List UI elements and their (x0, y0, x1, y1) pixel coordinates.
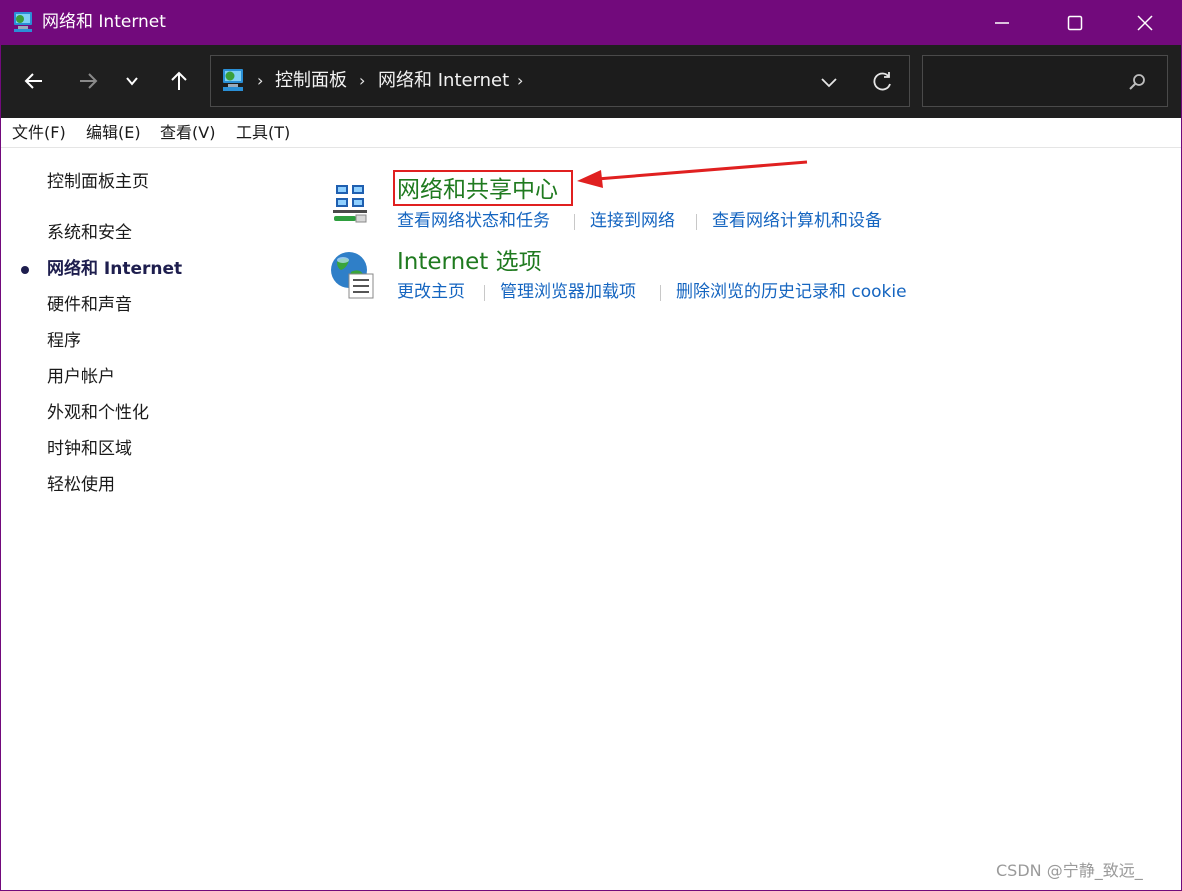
task-view-network-computers[interactable]: 查看网络计算机和设备 (712, 210, 882, 232)
menu-edit[interactable]: 编辑(E) (86, 123, 141, 143)
back-button[interactable] (16, 63, 52, 99)
task-separator (574, 214, 575, 230)
search-icon (1129, 74, 1145, 90)
annotation-arrow (577, 160, 808, 188)
task-view-network-status[interactable]: 查看网络状态和任务 (397, 210, 550, 232)
sidebar-item-user-accounts[interactable]: 用户帐户 (47, 366, 115, 388)
breadcrumb-separator: › (257, 71, 264, 90)
annotation-highlight-box (393, 170, 573, 206)
navigation-bar: › 控制面板 › 网络和 Internet › (0, 45, 1182, 118)
search-box[interactable] (922, 55, 1168, 107)
network-app-icon (14, 12, 32, 32)
breadcrumb-network-internet[interactable]: 网络和 Internet (378, 69, 509, 93)
task-connect-to-network[interactable]: 连接到网络 (590, 210, 675, 232)
breadcrumb-control-panel[interactable]: 控制面板 (275, 69, 347, 93)
task-separator (660, 285, 661, 301)
breadcrumb-separator: › (359, 71, 366, 90)
window-title: 网络和 Internet (42, 12, 166, 32)
minimize-button[interactable] (972, 0, 1032, 45)
close-button[interactable] (1115, 0, 1175, 45)
minimize-icon (995, 21, 1009, 24)
current-item-bullet (21, 266, 29, 274)
refresh-icon[interactable] (869, 69, 895, 95)
address-bar[interactable]: › 控制面板 › 网络和 Internet › (210, 55, 910, 107)
category-internet-options-title[interactable]: Internet 选项 (397, 248, 542, 276)
close-icon (1137, 14, 1153, 31)
task-separator (696, 214, 697, 230)
sidebar-item-appearance[interactable]: 外观和个性化 (47, 402, 149, 424)
forward-arrow-icon (80, 73, 98, 89)
task-manage-browser-addons[interactable]: 管理浏览器加载项 (500, 281, 636, 303)
maximize-button[interactable] (1045, 0, 1105, 45)
sidebar-item-system-security[interactable]: 系统和安全 (47, 222, 132, 244)
sidebar-item-programs[interactable]: 程序 (47, 330, 81, 352)
forward-button[interactable] (70, 63, 106, 99)
sidebar-item-ease-of-access[interactable]: 轻松使用 (47, 474, 115, 496)
sidebar-control-panel-home[interactable]: 控制面板主页 (47, 171, 149, 193)
sidebar-item-clock-region[interactable]: 时钟和区域 (47, 438, 132, 460)
back-arrow-icon (24, 73, 42, 89)
task-change-homepage[interactable]: 更改主页 (397, 281, 465, 303)
network-breadcrumb-icon (223, 69, 243, 91)
address-dropdown-icon[interactable] (817, 70, 841, 94)
watermark: CSDN @宁静_致远_ (996, 861, 1143, 880)
breadcrumb-separator[interactable]: › (517, 70, 523, 92)
internet-options-globe-icon[interactable] (329, 250, 377, 300)
menu-bar: 文件(F) 编辑(E) 查看(V) 工具(T) (0, 118, 1182, 148)
menu-view[interactable]: 查看(V) (160, 123, 215, 143)
menu-file[interactable]: 文件(F) (12, 123, 66, 143)
menu-tools[interactable]: 工具(T) (236, 123, 290, 143)
sidebar-item-hardware-sound[interactable]: 硬件和声音 (47, 294, 132, 316)
up-button[interactable] (161, 63, 197, 99)
sidebar-item-network-internet[interactable]: 网络和 Internet (47, 258, 182, 280)
chevron-down-icon (126, 77, 138, 86)
title-bar: 网络和 Internet (0, 0, 1182, 45)
task-separator (484, 285, 485, 301)
task-delete-browsing-history[interactable]: 删除浏览的历史记录和 cookie (676, 281, 907, 303)
up-arrow-icon (171, 71, 187, 90)
network-sharing-icon[interactable] (330, 182, 376, 228)
recent-locations-button[interactable] (114, 63, 150, 99)
maximize-icon (1067, 15, 1083, 30)
